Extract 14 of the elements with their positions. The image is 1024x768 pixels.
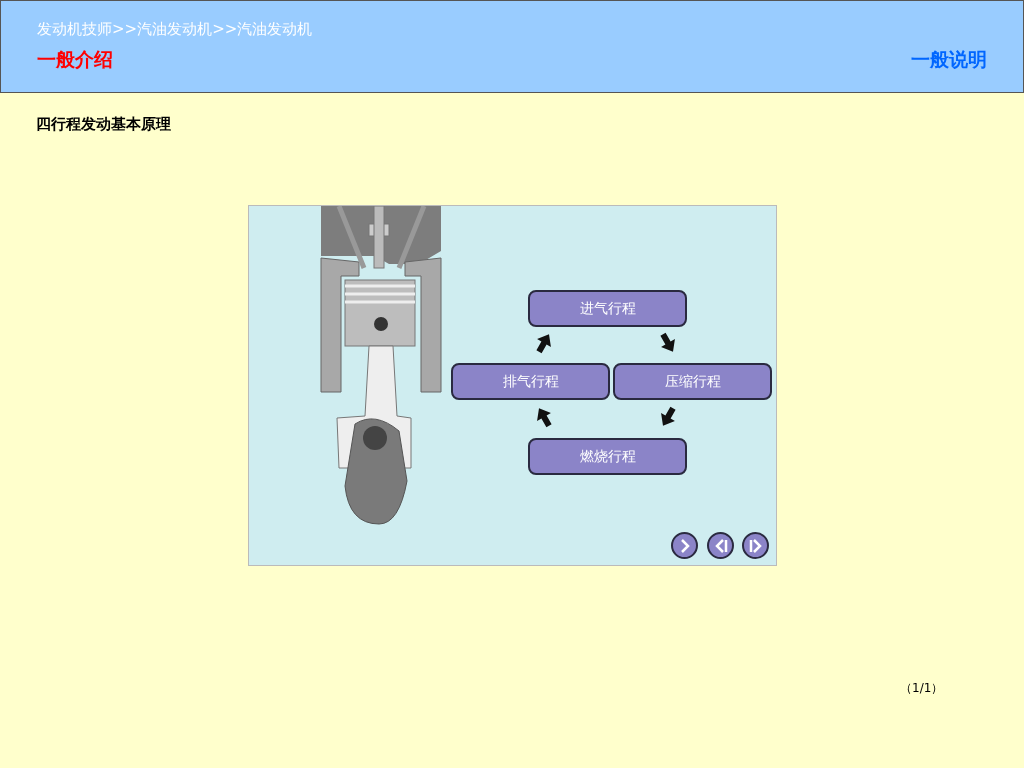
breadcrumb: 发动机技师>>汽油发动机>>汽油发动机 xyxy=(37,20,314,39)
previous-icon xyxy=(713,538,728,553)
stroke-node[interactable]: 排气行程 xyxy=(451,363,610,400)
next-button[interactable] xyxy=(742,532,769,559)
stroke-node[interactable]: 压缩行程 xyxy=(613,363,772,400)
next-icon xyxy=(748,538,763,553)
section-link[interactable]: 一般说明 xyxy=(911,47,987,73)
previous-button[interactable] xyxy=(707,532,734,559)
stroke-node[interactable]: 燃烧行程 xyxy=(528,438,687,475)
page-indicator: （1/1） xyxy=(900,680,944,697)
play-button[interactable] xyxy=(671,532,698,559)
stroke-node[interactable]: 进气行程 xyxy=(528,290,687,327)
section-heading: 四行程发动基本原理 xyxy=(36,115,172,134)
page-title: 一般介绍 xyxy=(37,47,113,72)
